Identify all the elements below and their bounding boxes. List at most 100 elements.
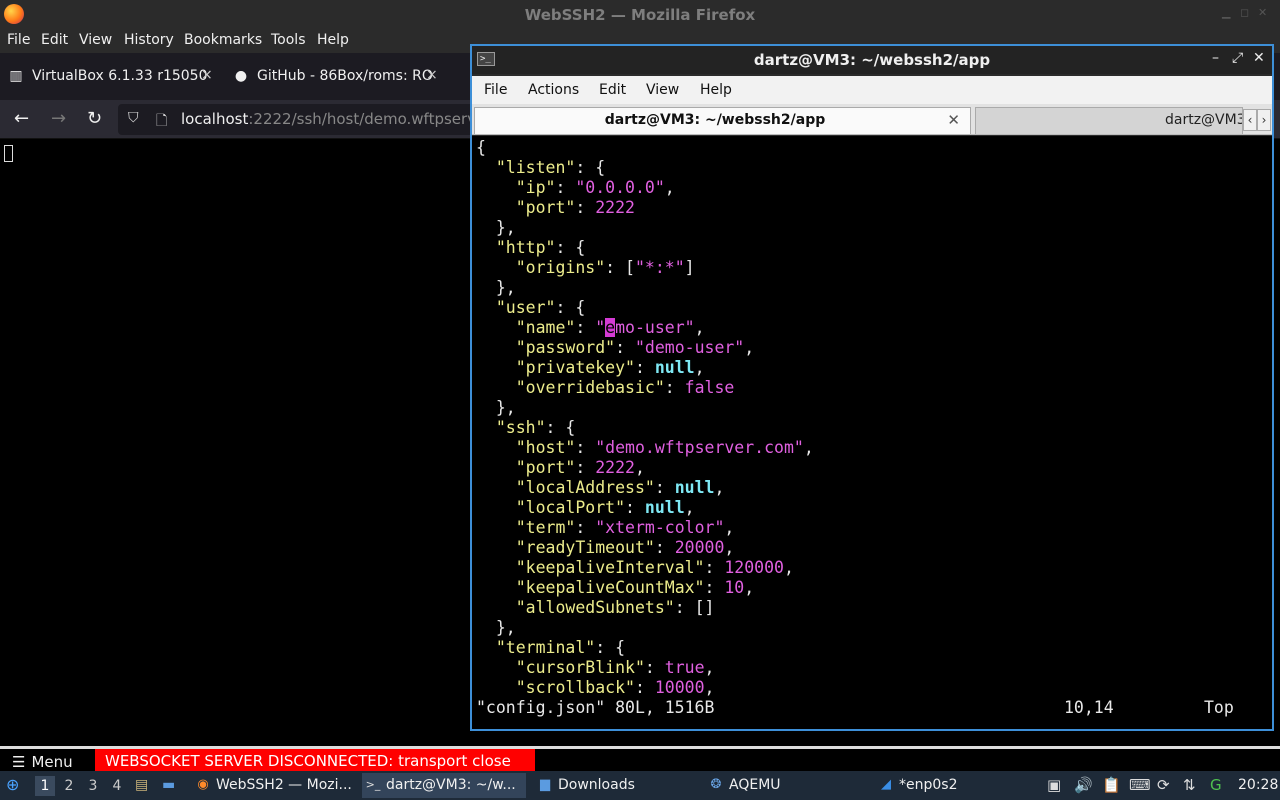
battery-icon[interactable]: ▣ [1047,776,1061,794]
app-indicator-icon[interactable]: G [1210,776,1222,794]
task-downloads[interactable]: ▆ Downloads [534,773,699,798]
code-token: }, [476,278,516,297]
tab-scroll-right-icon[interactable]: › [1257,109,1271,131]
code-token: : [575,318,596,337]
code-line: "ssh": { [476,418,814,438]
workspace-4[interactable]: 4 [107,776,127,796]
maximize-icon[interactable]: ⤢ [1232,50,1243,66]
code-token: "origins" [515,258,606,277]
tab-scroll-left-icon[interactable]: ‹ [1243,109,1257,131]
folder-icon: ▆ [540,777,550,792]
workspace-1[interactable]: 1 [35,776,55,796]
code-token: : [615,338,635,357]
keyboard-icon[interactable]: ⌨ [1129,776,1151,794]
webssh-menu-button[interactable]: ☰ Menu [12,753,73,771]
clipboard-icon[interactable]: 📋 [1102,776,1121,794]
vim-status-line: "config.json" 80L, 1516B 10,14 Top [476,698,1266,718]
task-terminal[interactable]: >_ dartz@VM3: ~/w... [362,773,526,798]
browser-tab-virtualbox[interactable]: ▥ VirtualBox 6.1.33 r15050 × [8,61,218,93]
terminal-menu-view[interactable]: View [646,82,679,98]
menu-file[interactable]: File [7,32,30,48]
menu-bookmarks[interactable]: Bookmarks [184,32,262,48]
forward-icon[interactable]: → [51,108,66,129]
task-firefox[interactable]: ◉ WebSSH2 — Mozi... [192,773,354,798]
code-token: null [674,478,715,497]
volume-icon[interactable]: 🔊 [1074,776,1093,794]
code-token: : [575,198,596,217]
clock[interactable]: 20:28 [1238,777,1278,793]
code-token: , [694,358,705,377]
code-line: "localAddress": null, [476,478,814,498]
workspace-3[interactable]: 3 [83,776,103,796]
code-token: , [724,538,735,557]
task-label: AQEMU [729,777,781,793]
menu-tools[interactable]: Tools [271,32,306,48]
back-icon[interactable]: ← [14,108,29,129]
terminal-menu-actions[interactable]: Actions [528,82,579,98]
file-manager-launcher-icon[interactable]: ▤ [135,777,148,793]
terminal-menu-edit[interactable]: Edit [599,82,626,98]
code-token: : [575,458,596,477]
terminal-window-title: dartz@VM3: ~/webssh2/app [753,51,991,69]
task-aqemu[interactable]: ❂ AQEMU [705,773,868,798]
start-menu-icon[interactable]: ⊕ [6,775,19,794]
menu-edit[interactable]: Edit [41,32,68,48]
minimize-icon[interactable]: – [1212,50,1219,66]
code-token: "keepaliveInterval" [515,558,705,577]
code-token: "xterm-color" [595,518,725,537]
code-line: }, [476,218,814,238]
close-icon[interactable]: ✕ [1253,50,1265,66]
task-wireshark[interactable]: ◢ *enp0s2 [875,773,1040,798]
code-token: }, [476,218,516,237]
show-desktop-icon[interactable]: ▬ [162,777,175,793]
maximize-icon[interactable]: ◻ [1240,6,1249,19]
tab-close-icon[interactable]: × [201,67,213,83]
terminal-titlebar: >_ dartz@VM3: ~/webssh2/app – ⤢ ✕ [472,46,1272,74]
browser-tab-github[interactable]: ● GitHub - 86Box/roms: RO × [233,61,445,93]
tracking-shield-icon[interactable]: ⛉ [128,110,139,126]
page-info-icon[interactable]: 🗋 [156,110,167,134]
code-token: 20000 [674,538,725,557]
terminal-tab-active[interactable]: dartz@VM3: ~/webssh2/app ✕ [474,107,971,134]
menu-help[interactable]: Help [317,32,349,48]
code-token: , [803,438,814,457]
task-label: dartz@VM3: ~/w... [386,777,516,793]
close-icon[interactable]: ✕ [1258,6,1267,19]
code-token: "0.0.0.0" [575,178,665,197]
update-icon[interactable]: ⟳ [1157,776,1170,794]
code-token: 10000 [654,678,705,697]
network-icon[interactable]: ⇅ [1183,776,1196,794]
taskbar: ⊕ 1 2 3 4 ▤ ▬ ◉ WebSSH2 — Mozi... >_ dar… [0,771,1280,800]
tab-close-icon[interactable]: ✕ [947,111,960,129]
minimize-icon[interactable]: ▁ [1222,6,1230,19]
code-token: "cursorBlink" [515,658,645,677]
code-token: }, [476,618,516,637]
menu-history[interactable]: History [124,32,174,48]
code-line: "port": 2222 [476,198,814,218]
reload-icon[interactable]: ↻ [87,108,102,129]
terminal-menu-help[interactable]: Help [700,82,732,98]
code-token: "privatekey" [515,358,635,377]
code-token: "port" [515,198,576,217]
menu-view[interactable]: View [79,32,112,48]
code-token: , [744,578,755,597]
terminal-menu-file[interactable]: File [484,82,507,98]
code-token: : [634,678,655,697]
wireshark-icon: ◢ [881,777,891,792]
terminal-tab-inactive[interactable]: dartz@VM3: ~ [975,107,1243,134]
terminal-screen[interactable]: { "listen": { "ip": "0.0.0.0", "port": 2… [472,136,1272,729]
workspace-2[interactable]: 2 [59,776,79,796]
code-token: , [724,518,735,537]
code-line: "ip": "0.0.0.0", [476,178,814,198]
code-token: 2222 [595,458,635,477]
tab-close-icon[interactable]: × [426,67,438,83]
webssh-menu-label: Menu [31,753,73,771]
code-line: "listen": { [476,158,814,178]
